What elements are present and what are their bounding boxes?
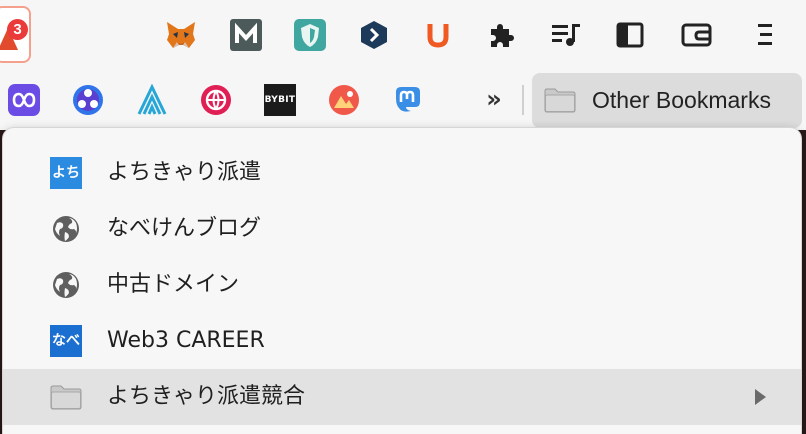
other-bookmarks-menu: よち よちきゃり派遣 なべけんブログ 中古ドメイン なべ Web3 CAREER… xyxy=(2,127,802,434)
menu-item-label: よちきゃり派遣競合 xyxy=(107,384,306,409)
yochi-icon: よち xyxy=(50,157,82,189)
yochi-icon-text: よち xyxy=(52,165,80,181)
browser-window: 3 BYBIT » Other Bookmarks よち よちきゃり派遣 なべけ… xyxy=(0,0,806,434)
bookmarks-bar: BYBIT » Other Bookmarks xyxy=(0,68,806,130)
arch-icon[interactable] xyxy=(136,84,168,116)
wallet-icon[interactable] xyxy=(681,19,713,51)
triangle-orb-icon[interactable] xyxy=(72,84,104,116)
notification-badge: 3 xyxy=(7,19,28,40)
bybit-icon[interactable]: BYBIT xyxy=(264,84,296,116)
globe-icon xyxy=(50,269,82,301)
menu-item-nabeken-blog[interactable]: なべけんブログ xyxy=(3,201,801,257)
menu-item-label: 中古ドメイン xyxy=(107,272,240,297)
menu-item-web3-career[interactable]: なべ Web3 CAREER xyxy=(3,313,801,369)
submenu-arrow-icon xyxy=(755,389,766,405)
metamask-icon[interactable] xyxy=(165,19,197,51)
yochi-tile: よち xyxy=(50,157,82,189)
bookmarks-separator xyxy=(522,85,524,115)
folder-icon xyxy=(544,87,576,117)
nft-art-icon[interactable] xyxy=(328,84,360,116)
globe-icon xyxy=(50,213,82,245)
other-bookmarks-label: Other Bookmarks xyxy=(592,87,771,113)
shield-extension-icon[interactable] xyxy=(294,19,326,51)
menu-item-label: なべけんブログ xyxy=(107,216,262,241)
infinity-icon[interactable] xyxy=(8,84,40,116)
brave-shield-button[interactable]: 3 xyxy=(0,6,31,63)
puzzle-icon[interactable] xyxy=(486,19,518,51)
bybit-logo-text: BYBIT xyxy=(264,84,296,116)
arrow-hex-icon[interactable] xyxy=(358,19,390,51)
globe-pink-icon[interactable] xyxy=(200,84,232,116)
menu-item-yochikyari[interactable]: よち よちきゃり派遣 xyxy=(3,145,801,201)
playlist-icon[interactable] xyxy=(550,19,582,51)
nabe-icon: なべ xyxy=(50,325,82,357)
menu-item-yochikyari-competitors[interactable]: よちきゃり派遣競合 xyxy=(3,369,801,425)
m-extension-icon[interactable] xyxy=(230,19,262,51)
menu-item-used-domain[interactable]: 中古ドメイン xyxy=(3,257,801,313)
sidebar-toggle-icon[interactable] xyxy=(614,19,646,51)
bookmarks-overflow-button[interactable]: » xyxy=(483,84,505,114)
mastodon-icon[interactable] xyxy=(392,84,424,116)
other-bookmarks-button[interactable]: Other Bookmarks xyxy=(532,73,802,128)
u-extension-icon[interactable] xyxy=(422,19,454,51)
menu-icon[interactable] xyxy=(750,19,782,51)
nabe-icon-text: なべ xyxy=(52,333,80,349)
toolbar: 3 xyxy=(0,0,806,68)
nabe-tile: なべ xyxy=(50,325,82,357)
menu-item-label: Web3 CAREER xyxy=(107,328,265,353)
menu-item-label: よちきゃり派遣 xyxy=(107,160,262,185)
folder-icon xyxy=(50,381,82,413)
